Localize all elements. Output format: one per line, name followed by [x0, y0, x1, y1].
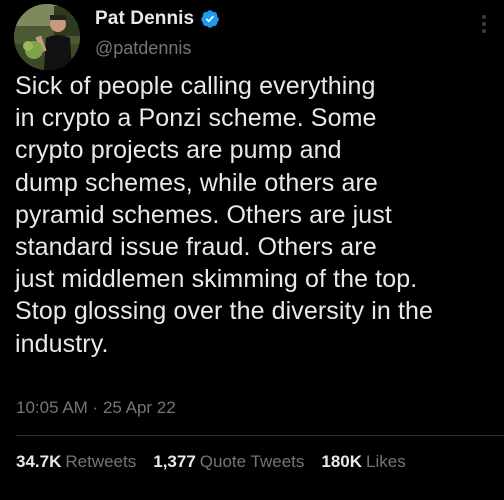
engagement-stats: 34.7K Retweets 1,377 Quote Tweets 180K Like…	[16, 452, 406, 472]
quote-tweets-count: 1,377	[153, 452, 196, 471]
author-handle[interactable]: @patdennis	[95, 38, 191, 59]
author-name-row[interactable]: Pat Dennis	[95, 8, 220, 30]
retweets-count: 34.7K	[16, 452, 62, 471]
retweets-stat[interactable]: 34.7K Retweets	[16, 452, 136, 472]
timestamp-separator: ·	[87, 398, 103, 417]
quote-tweets-stat[interactable]: 1,377 Quote Tweets	[153, 452, 304, 472]
likes-label: Likes	[366, 452, 406, 471]
tweet-text: Sick of people calling everything in cry…	[15, 72, 434, 358]
verified-badge-icon	[200, 9, 220, 29]
more-options-icon[interactable]	[474, 10, 494, 38]
avatar[interactable]	[14, 4, 80, 70]
retweets-label: Retweets	[65, 452, 137, 471]
tweet-timestamp[interactable]: 10:05 AM · 25 Apr 22	[16, 398, 176, 418]
tweet-card: Pat Dennis @patdennis Sick of people cal…	[0, 0, 504, 500]
likes-count: 180K	[321, 452, 363, 471]
quote-tweets-label: Quote Tweets	[199, 452, 305, 471]
divider	[16, 435, 504, 436]
tweet-date[interactable]: 25 Apr 22	[103, 398, 176, 417]
likes-stat[interactable]: 180K Likes	[321, 452, 405, 472]
display-name[interactable]: Pat Dennis	[95, 8, 194, 30]
tweet-time[interactable]: 10:05 AM	[16, 398, 88, 417]
